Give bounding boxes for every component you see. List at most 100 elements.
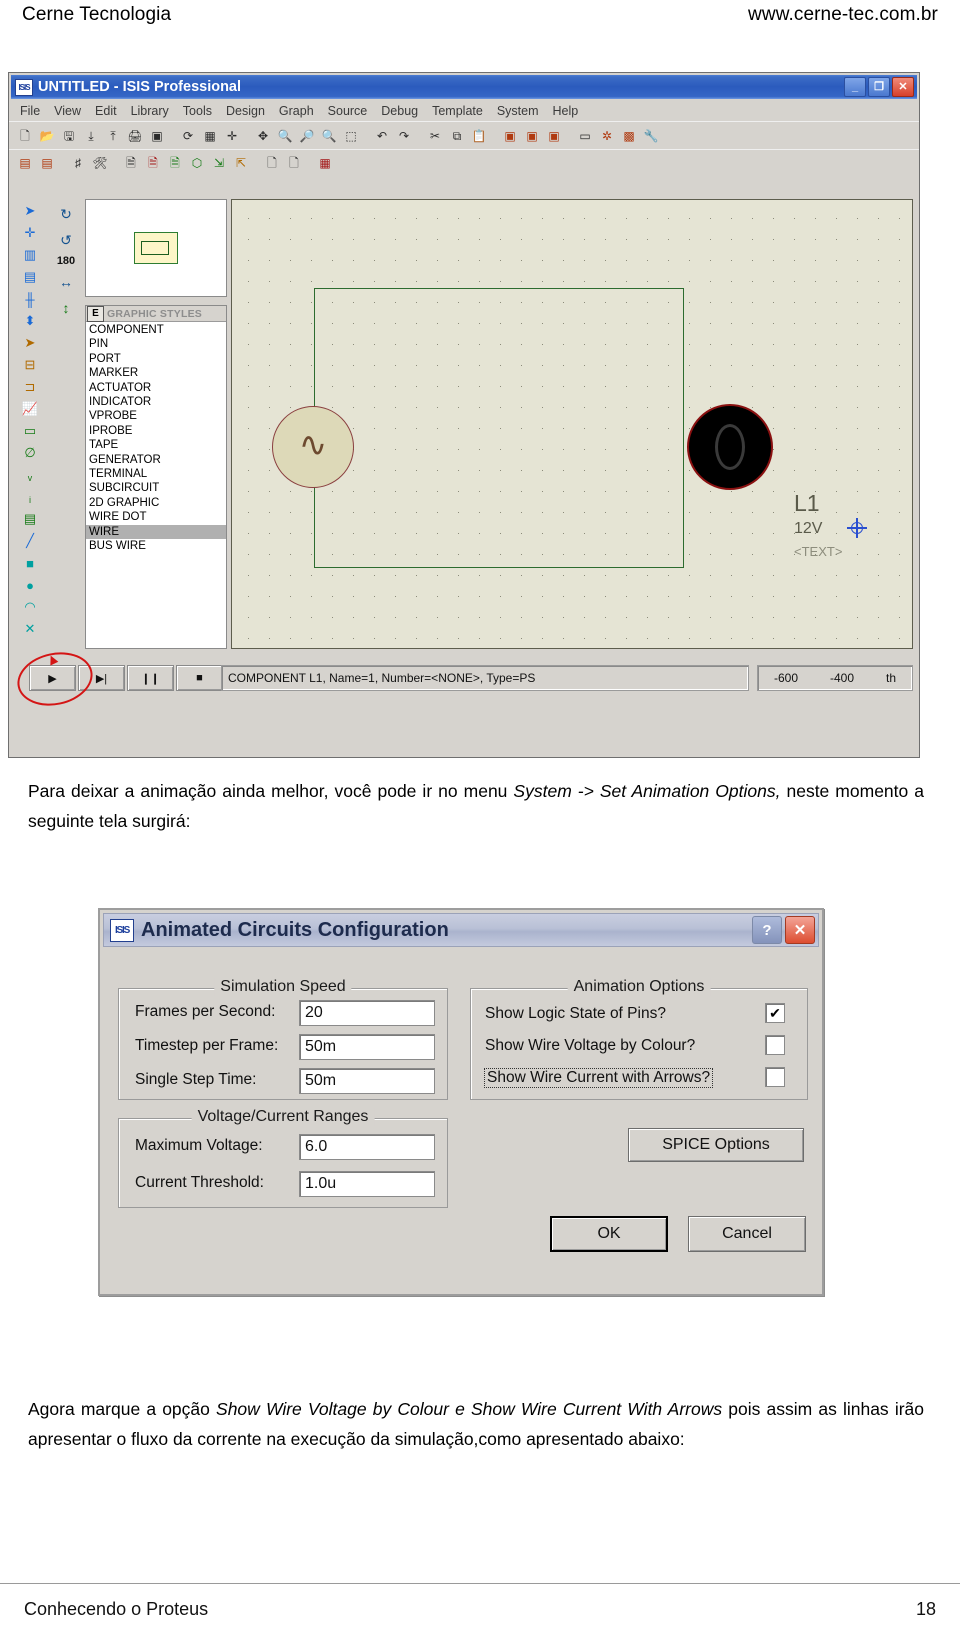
list-item[interactable]: TAPE (86, 438, 226, 452)
zoom-out-icon[interactable]: 🔎 (297, 126, 317, 146)
junction-dot-icon[interactable]: ▥ (17, 245, 43, 265)
list-item[interactable]: COMPONENT (86, 323, 226, 337)
list-item[interactable]: ACTUATOR (86, 381, 226, 395)
list-item[interactable]: PIN (86, 337, 226, 351)
lamp-component-symbol[interactable] (687, 404, 773, 490)
undo-icon[interactable]: ↶ (372, 126, 392, 146)
edit-style-button[interactable]: E (87, 306, 104, 322)
netlist-icon[interactable]: 🗎 (121, 153, 141, 173)
goto-sheet-icon[interactable]: ⇲ (209, 153, 229, 173)
frames-per-second-input[interactable]: 20 (299, 1000, 435, 1026)
open-icon[interactable]: 📂 (37, 126, 57, 146)
timestep-per-frame-input[interactable]: 50m (299, 1034, 435, 1060)
mirror-vertical-icon[interactable]: ↕ (52, 297, 80, 319)
export-icon[interactable]: ⤒ (103, 126, 123, 146)
script-icon[interactable]: ▤ (37, 153, 57, 173)
bill-materials-icon[interactable]: ♯ (68, 153, 88, 173)
list-item-selected[interactable]: WIRE (86, 524, 226, 540)
erc-icon[interactable]: 🛠 (90, 153, 110, 173)
arc-tool-icon[interactable]: ◠ (17, 597, 43, 617)
exit-sheet-icon[interactable]: ⇱ (231, 153, 251, 173)
list-item[interactable]: IPROBE (86, 424, 226, 438)
show-logic-state-checkbox[interactable]: ✔ (765, 1003, 785, 1023)
schematic-canvas[interactable]: L1 12V <TEXT> (231, 199, 913, 649)
pause-button[interactable]: ❙❙ (127, 665, 174, 691)
list-item[interactable]: MARKER (86, 366, 226, 380)
copy-icon[interactable]: ⧉ (447, 126, 467, 146)
make-device-icon[interactable]: ✲ (597, 126, 617, 146)
subcircuit-icon[interactable]: ➤ (17, 333, 43, 353)
pan-icon[interactable]: ✥ (253, 126, 273, 146)
stop-button[interactable]: ■ (176, 665, 223, 691)
packaging-icon[interactable]: ▩ (619, 126, 639, 146)
voltage-probe-icon[interactable]: ᵥ (17, 465, 43, 485)
print-icon[interactable]: 🖨 (125, 126, 145, 146)
menu-item-library[interactable]: Library (124, 103, 176, 119)
origin-icon[interactable]: ✛ (222, 126, 242, 146)
maximum-voltage-input[interactable]: 6.0 (299, 1134, 435, 1160)
component-mode-icon[interactable]: ✛ (17, 223, 43, 243)
maximize-icon[interactable]: ❐ (868, 77, 890, 97)
menu-item-help[interactable]: Help (546, 103, 586, 119)
save-icon[interactable]: 🖫 (59, 126, 79, 146)
menu-item-template[interactable]: Template (425, 103, 490, 119)
block-delete-icon[interactable]: ▣ (544, 126, 564, 146)
zoom-all-icon[interactable]: ⬚ (341, 126, 361, 146)
list-item[interactable]: TERMINAL (86, 467, 226, 481)
menu-item-design[interactable]: Design (219, 103, 272, 119)
paste-icon[interactable]: 📋 (469, 126, 489, 146)
wire-label-icon[interactable]: ▤ (15, 153, 35, 173)
rotate-clockwise-icon[interactable]: ↻ (52, 203, 80, 225)
ac-source-symbol[interactable] (272, 406, 354, 488)
decompose-icon[interactable]: 🔧 (641, 126, 661, 146)
list-item[interactable]: INDICATOR (86, 395, 226, 409)
rotate-counterclockwise-icon[interactable]: ↺ (52, 229, 80, 251)
selection-mode-icon[interactable]: ➤ (17, 201, 43, 221)
menu-item-edit[interactable]: Edit (88, 103, 124, 119)
tape-recorder-icon[interactable]: ▭ (17, 421, 43, 441)
virtual-instrument-icon[interactable]: ▤ (17, 509, 43, 529)
block-copy-icon[interactable]: ▣ (500, 126, 520, 146)
refresh-icon[interactable]: ⟳ (178, 126, 198, 146)
help-icon[interactable]: ? (752, 916, 782, 944)
play-button[interactable]: ▶ (29, 665, 76, 691)
path-tool-icon[interactable]: ✕ (17, 619, 43, 639)
redo-icon[interactable]: ↷ (394, 126, 414, 146)
show-wire-voltage-checkbox[interactable] (765, 1035, 785, 1055)
grid-icon[interactable]: ▦ (200, 126, 220, 146)
show-wire-voltage-row[interactable]: Show Wire Voltage by Colour? (485, 1037, 695, 1055)
minimize-icon[interactable]: _ (844, 77, 866, 97)
zoom-in-icon[interactable]: 🔍 (275, 126, 295, 146)
list-item[interactable]: SUBCIRCUIT (86, 481, 226, 495)
menu-item-graph[interactable]: Graph (272, 103, 321, 119)
new-icon[interactable]: 🗋 (15, 126, 35, 146)
list-item[interactable]: BUS WIRE (86, 539, 226, 553)
model-icon[interactable]: 🗎 (165, 153, 185, 173)
terminal-mode-icon[interactable]: ⊟ (17, 355, 43, 375)
spice-options-button[interactable]: SPICE Options (628, 1128, 804, 1162)
menu-item-view[interactable]: View (47, 103, 88, 119)
line-tool-icon[interactable]: ╱ (17, 531, 43, 551)
list-item[interactable]: VPROBE (86, 409, 226, 423)
circle-tool-icon[interactable]: ● (17, 575, 43, 595)
device-pin-icon[interactable]: ⊐ (17, 377, 43, 397)
list-item[interactable]: WIRE DOT (86, 510, 226, 524)
generator-mode-icon[interactable]: ∅ (17, 443, 43, 463)
new-sheet-icon[interactable]: 🗋 (262, 153, 282, 173)
dialog-close-icon[interactable]: ✕ (785, 916, 815, 944)
show-wire-current-row[interactable]: Show Wire Current with Arrows? (484, 1068, 714, 1088)
block-move-icon[interactable]: ▣ (522, 126, 542, 146)
step-button[interactable]: ▶| (78, 665, 125, 691)
text-script-icon[interactable]: ╫ (17, 289, 43, 309)
current-probe-icon[interactable]: ᵢ (17, 487, 43, 507)
bus-mode-icon[interactable]: ⬍ (17, 311, 43, 331)
current-threshold-input[interactable]: 1.0u (299, 1171, 435, 1197)
menu-item-system[interactable]: System (490, 103, 546, 119)
list-item[interactable]: 2D GRAPHIC (86, 496, 226, 510)
single-step-time-input[interactable]: 50m (299, 1068, 435, 1094)
ok-button[interactable]: OK (550, 1216, 668, 1252)
zoom-area-icon[interactable]: 🔍 (319, 126, 339, 146)
grid-snap-icon[interactable]: ▦ (315, 153, 335, 173)
3d-icon[interactable]: ⬡ (187, 153, 207, 173)
mirror-horizontal-icon[interactable]: ↔ (52, 271, 80, 293)
